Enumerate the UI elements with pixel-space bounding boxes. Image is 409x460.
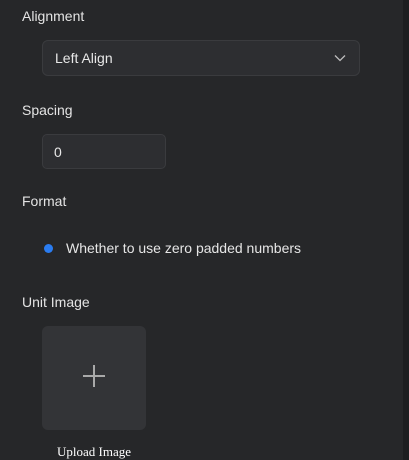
zero-padded-option[interactable]: Whether to use zero padded numbers xyxy=(44,238,301,258)
spacing-value: 0 xyxy=(54,143,62,160)
alignment-select[interactable]: Left Align xyxy=(42,40,360,76)
settings-panel: Alignment Left Align Spacing 0 Format Wh… xyxy=(0,0,403,460)
plus-icon xyxy=(81,363,107,394)
zero-padded-option-label: Whether to use zero padded numbers xyxy=(66,240,302,256)
unit-image-label: Unit Image xyxy=(22,294,90,310)
scrollbar-track[interactable] xyxy=(403,0,409,460)
alignment-selected-value: Left Align xyxy=(55,50,113,66)
chevron-down-icon xyxy=(333,51,347,65)
radio-selected-icon[interactable] xyxy=(44,243,53,253)
upload-image-button[interactable] xyxy=(42,326,146,430)
spacing-label: Spacing xyxy=(22,102,73,118)
format-label: Format xyxy=(22,193,67,209)
upload-image-caption: Upload Image xyxy=(56,444,131,459)
spacing-input[interactable]: 0 xyxy=(42,134,166,169)
alignment-label: Alignment xyxy=(22,8,85,24)
